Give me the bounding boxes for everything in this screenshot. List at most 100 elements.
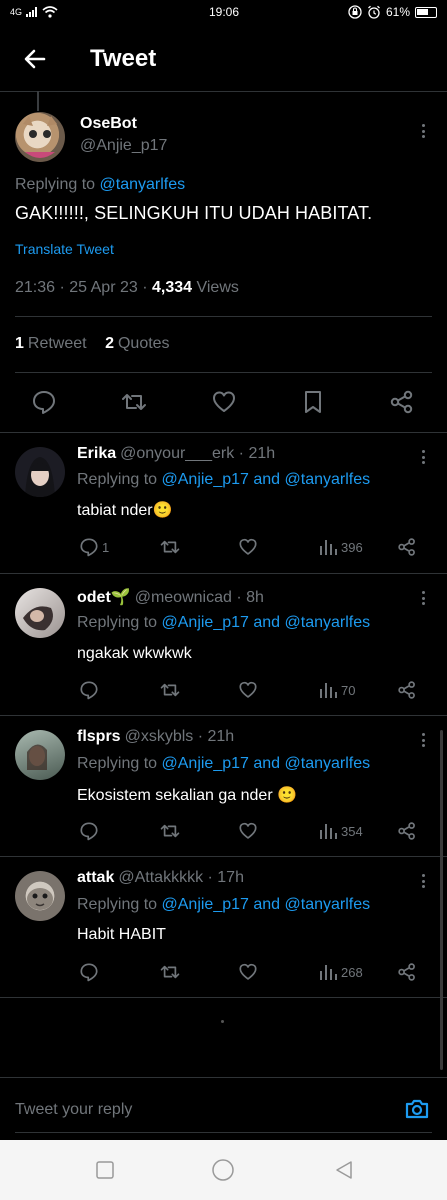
replying-to-link[interactable]: @Anjie_p17 and @tanyarlfes bbox=[162, 471, 371, 488]
heart-icon[interactable] bbox=[211, 389, 237, 415]
share-icon[interactable] bbox=[397, 821, 417, 841]
replying-to-link[interactable]: @Anjie_p17 and @tanyarlfes bbox=[162, 896, 371, 913]
reply-text: tabiat nder🙂 bbox=[77, 502, 173, 519]
thread-line bbox=[37, 91, 39, 111]
replying-to-link[interactable]: @Anjie_p17 and @tanyarlfes bbox=[162, 614, 371, 631]
retweets-count: 1 bbox=[15, 335, 24, 352]
battery-icon bbox=[415, 6, 437, 18]
author-handle[interactable]: @Anjie_p17 bbox=[80, 137, 167, 155]
heart-icon[interactable] bbox=[238, 680, 258, 700]
avatar[interactable] bbox=[15, 730, 65, 780]
reply-composer: Tweet your reply bbox=[0, 1078, 447, 1140]
system-nav-bar bbox=[0, 1140, 447, 1200]
reply-text: Ekosistem sekalian ga nder 🙂 bbox=[77, 787, 298, 804]
reply-tweet[interactable]: odet🌱 @meownicad · 8h Replying to @Anjie_… bbox=[0, 573, 447, 715]
comment-icon[interactable] bbox=[31, 389, 57, 415]
network-label: 4G bbox=[10, 7, 23, 17]
heart-icon[interactable] bbox=[238, 962, 258, 982]
reply-author[interactable]: odet🌱 @meownicad · 8h bbox=[77, 587, 264, 607]
bar-chart-icon[interactable] bbox=[318, 962, 338, 982]
replying-prefix: Replying to bbox=[77, 614, 162, 631]
camera-icon[interactable] bbox=[404, 1097, 430, 1121]
comment-icon[interactable] bbox=[79, 962, 99, 982]
comment-icon[interactable] bbox=[79, 821, 99, 841]
comment-icon[interactable] bbox=[79, 680, 99, 700]
comment-icon[interactable] bbox=[79, 537, 99, 557]
bookmark-icon[interactable] bbox=[300, 389, 326, 415]
retweet-icon[interactable] bbox=[160, 537, 180, 557]
bar-chart-icon[interactable] bbox=[318, 537, 338, 557]
lock-rotation-icon bbox=[348, 5, 362, 19]
reply-author-name: flsprs bbox=[77, 728, 121, 745]
retweet-icon[interactable] bbox=[121, 389, 147, 415]
reply-author-name: odet🌱 bbox=[77, 589, 131, 606]
arrow-left-icon[interactable] bbox=[22, 46, 48, 72]
recents-icon[interactable] bbox=[96, 1161, 114, 1179]
avatar[interactable] bbox=[15, 447, 65, 497]
more-options-icon[interactable] bbox=[420, 591, 426, 608]
reply-count: 1 bbox=[102, 540, 110, 555]
heart-icon[interactable] bbox=[238, 821, 258, 841]
replying-to: Replying to @Anjie_p17 and @tanyarlfes bbox=[77, 471, 370, 489]
replying-prefix: Replying to bbox=[77, 471, 162, 488]
replying-to-link[interactable]: @Anjie_p17 and @tanyarlfes bbox=[162, 755, 371, 772]
page-title: Tweet bbox=[90, 45, 157, 72]
replying-to: Replying to @Anjie_p17 and @tanyarlfes bbox=[77, 896, 370, 914]
retweet-icon[interactable] bbox=[160, 680, 180, 700]
reply-divider bbox=[0, 997, 447, 998]
avatar[interactable] bbox=[15, 871, 65, 921]
more-options-icon[interactable] bbox=[420, 733, 426, 750]
retweet-icon[interactable] bbox=[160, 962, 180, 982]
alarm-icon bbox=[368, 5, 380, 19]
views-count: 268 bbox=[341, 965, 363, 980]
avatar-image bbox=[25, 457, 55, 497]
bar-chart-icon[interactable] bbox=[318, 680, 338, 700]
home-icon[interactable] bbox=[212, 1159, 234, 1181]
retweet-stat[interactable]: 1 Retweet bbox=[15, 335, 87, 352]
reply-author[interactable]: attak @Attakkkkk · 17h bbox=[77, 869, 244, 887]
reply-author-name: attak bbox=[77, 869, 115, 886]
more-options-icon[interactable] bbox=[420, 124, 426, 141]
more-options-icon[interactable] bbox=[420, 874, 426, 891]
composer-underline bbox=[15, 1132, 432, 1133]
views-label: Views bbox=[192, 279, 239, 296]
retweet-icon[interactable] bbox=[160, 821, 180, 841]
heart-icon[interactable] bbox=[238, 537, 258, 557]
scrollbar[interactable] bbox=[440, 730, 443, 1070]
reply-author[interactable]: Erika @onyour___erk · 21h bbox=[77, 445, 275, 463]
battery-percent: 61% bbox=[385, 5, 410, 19]
bar-chart-icon[interactable] bbox=[318, 821, 338, 841]
replying-to: Replying to @Anjie_p17 and @tanyarlfes bbox=[77, 614, 370, 632]
replying-to: Replying to @Anjie_p17 and @tanyarlfes bbox=[77, 755, 370, 773]
reply-input[interactable]: Tweet your reply bbox=[15, 1101, 132, 1119]
reply-author-handle: @xskybls · 21h bbox=[124, 728, 235, 745]
meta-divider bbox=[15, 316, 432, 317]
translate-tweet-link[interactable]: Translate Tweet bbox=[15, 241, 114, 257]
stats-divider bbox=[15, 372, 432, 373]
author-name[interactable]: OseBot bbox=[80, 115, 137, 133]
reply-tweet[interactable]: attak @Attakkkkk · 17h Replying to @Anjie… bbox=[0, 856, 447, 997]
main-action-bar bbox=[0, 380, 447, 424]
share-icon[interactable] bbox=[397, 680, 417, 700]
tweet-stats: 1 Retweet 2 Quotes bbox=[15, 335, 170, 353]
share-icon[interactable] bbox=[397, 962, 417, 982]
more-options-icon[interactable] bbox=[420, 450, 426, 467]
quotes-label: Quotes bbox=[117, 335, 170, 352]
views-count: 354 bbox=[341, 824, 363, 839]
replying-to-link[interactable]: @tanyarlfes bbox=[100, 176, 186, 193]
share-icon[interactable] bbox=[389, 389, 415, 415]
status-time: 19:06 bbox=[209, 5, 240, 19]
reply-author-handle: @Attakkkkk · 17h bbox=[118, 869, 244, 886]
avatar-image bbox=[23, 606, 53, 631]
status-bar: 4G 19:06 61% bbox=[0, 0, 447, 24]
avatar[interactable] bbox=[15, 112, 65, 162]
reply-tweet[interactable]: flsprs @xskybls · 21h Replying to @Anjie_… bbox=[0, 715, 447, 856]
quotes-stat[interactable]: 2 Quotes bbox=[105, 335, 170, 352]
share-icon[interactable] bbox=[397, 537, 417, 557]
replying-prefix: Replying to bbox=[15, 176, 100, 193]
reply-author[interactable]: flsprs @xskybls · 21h bbox=[77, 728, 234, 746]
back-nav-icon[interactable] bbox=[334, 1160, 354, 1180]
reply-tweet[interactable]: Erika @onyour___erk · 21h Replying to @An… bbox=[0, 432, 447, 573]
avatar[interactable] bbox=[15, 588, 65, 638]
cat-avatar-image bbox=[23, 116, 57, 158]
